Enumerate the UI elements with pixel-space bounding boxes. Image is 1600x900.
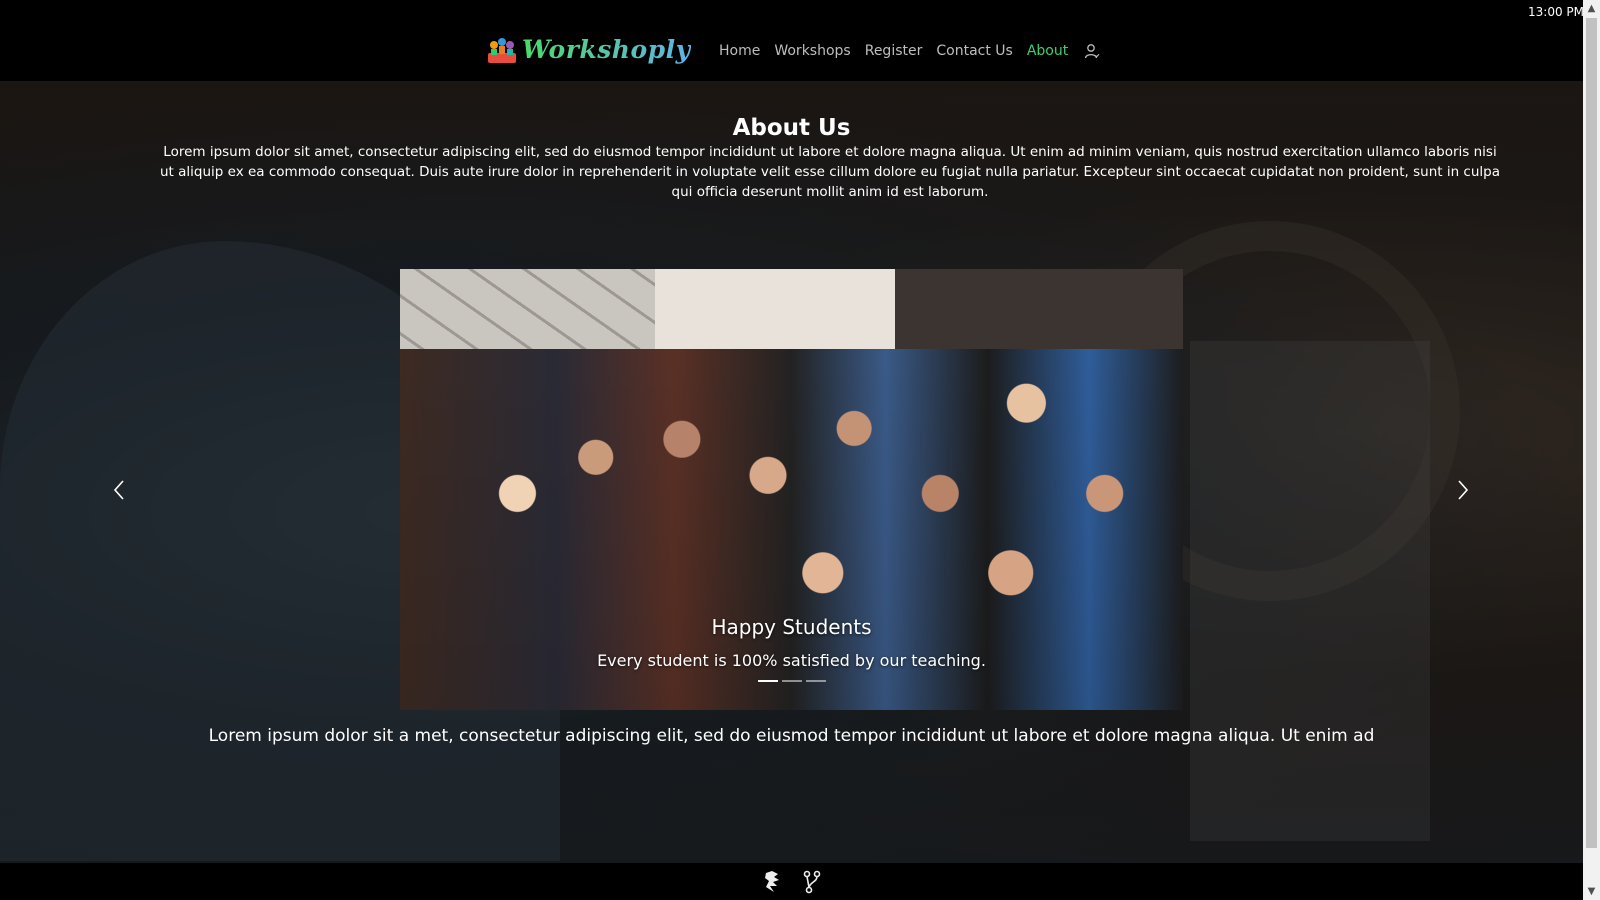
brand-name: Workshoply bbox=[522, 34, 691, 64]
scrollbar[interactable]: ▲ ▼ bbox=[1583, 0, 1600, 900]
footer bbox=[0, 863, 1583, 900]
carousel-indicator[interactable] bbox=[805, 680, 826, 682]
page-title: About Us bbox=[732, 115, 851, 142]
user-icon[interactable] bbox=[1084, 43, 1100, 59]
navbar: Workshoply Home Workshops Register Conta… bbox=[0, 0, 1583, 81]
system-clock: 13:00 PM bbox=[1528, 5, 1584, 19]
carousel-indicator[interactable] bbox=[781, 680, 802, 682]
about-description: Lorem ipsum dolor sit amet, consectetur … bbox=[160, 144, 1501, 200]
carousel-next-button[interactable] bbox=[1448, 470, 1478, 510]
workshop-people-logo-icon bbox=[488, 38, 516, 63]
brand[interactable]: Workshoply bbox=[486, 33, 691, 65]
carousel-caption: Happy Students Every student is 100% sat… bbox=[400, 615, 1183, 670]
nav-workshops[interactable]: Workshops bbox=[774, 43, 850, 59]
scrollbar-thumb[interactable] bbox=[1586, 18, 1597, 848]
carousel-indicator[interactable] bbox=[757, 680, 778, 682]
main-nav: Home Workshops Register Contact Us About bbox=[719, 43, 1100, 59]
scroll-up-icon[interactable]: ▲ bbox=[1583, 0, 1600, 17]
image-carousel[interactable]: Happy Students Every student is 100% sat… bbox=[400, 269, 1183, 710]
photo-background bbox=[655, 269, 895, 359]
nav-about[interactable]: About bbox=[1027, 43, 1068, 59]
slide-subtitle: Every student is 100% satisfied by our t… bbox=[597, 651, 986, 670]
dragon-icon[interactable] bbox=[762, 869, 782, 895]
nav-contact-us[interactable]: Contact Us bbox=[936, 43, 1012, 59]
slide-title: Happy Students bbox=[711, 615, 872, 639]
nav-register[interactable]: Register bbox=[865, 43, 923, 59]
nav-home[interactable]: Home bbox=[719, 43, 760, 59]
chevron-right-icon bbox=[1458, 480, 1469, 500]
bottom-description: Lorem ipsum dolor sit a met, consectetur… bbox=[208, 726, 1375, 746]
carousel-indicators bbox=[400, 680, 1183, 682]
chevron-left-icon bbox=[113, 480, 124, 500]
fork-icon[interactable] bbox=[802, 869, 822, 895]
carousel-prev-button[interactable] bbox=[104, 470, 134, 510]
scroll-down-icon[interactable]: ▼ bbox=[1583, 883, 1600, 900]
